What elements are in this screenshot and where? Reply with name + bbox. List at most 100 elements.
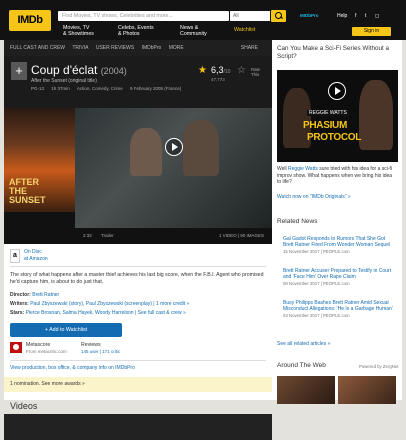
videos-strip[interactable] — [4, 414, 272, 440]
video-figure-man — [183, 120, 219, 176]
stars-link[interactable]: Pierce Brosnan, Salma Hayek, Woody Harre… — [26, 310, 134, 316]
trailer-video[interactable] — [75, 108, 272, 228]
watchlist-link[interactable]: Watchlist — [234, 27, 255, 33]
release-date[interactable]: 9 February 2005 (France) — [130, 86, 181, 91]
page-title: Coup d'éclat (2004) — [31, 63, 127, 77]
metascore-label: Metascore — [26, 342, 51, 348]
video-figure-woman — [130, 128, 162, 176]
title-year[interactable]: (2004) — [101, 66, 127, 76]
title-subnav: FULL CAST AND CREW TRIVIA USER REVIEWS I… — [4, 40, 272, 56]
rating-number: 6,3 — [211, 65, 224, 75]
subnav-trivia[interactable]: TRIVIA — [72, 45, 88, 51]
metascore-source: From metacritic.com — [26, 349, 67, 354]
add-to-watchlist-button[interactable]: + Add to Watchlist — [10, 323, 122, 337]
news-item[interactable]: Gal Gadot Responds to Rumors That She Go… — [283, 236, 395, 255]
poster-title-line3: SUNSET — [9, 195, 46, 205]
news-title[interactable]: Gal Gadot Responds to Rumors That She Go… — [283, 236, 395, 249]
director-credit: Director: Brett Ratner — [10, 292, 59, 298]
media-bar-left — [4, 228, 75, 244]
play-icon[interactable] — [328, 82, 346, 100]
on-disc-label[interactable]: On Disc — [24, 249, 42, 255]
rating-value: 6,3/10 — [211, 65, 230, 75]
rating-star-icon: ★ — [198, 65, 207, 76]
news-item[interactable]: Busy Philipps Bashes Brett Ratner Amid S… — [283, 300, 395, 319]
sidebar: Can You Make a Sci-Fi Series Without a S… — [272, 40, 402, 404]
nav-news-line2: Community — [180, 31, 207, 37]
media-count[interactable]: 1 VIDEO | 90 IMAGES — [219, 228, 264, 244]
news-item[interactable]: Brett Ratner Accuser Prepared to Testify… — [283, 268, 395, 287]
nav-movies-line2: & Showtimes — [63, 31, 94, 37]
promo-name: REGGIE WATTS — [307, 110, 349, 116]
imdbpro-label: IMDbPro — [300, 13, 319, 18]
nav-news[interactable]: News & Community — [180, 25, 207, 37]
certificate: PG-13 — [31, 86, 45, 91]
play-icon[interactable] — [165, 138, 183, 156]
top-header: IMDb Find Movies, TV shows, Celebrities … — [0, 0, 406, 40]
add-to-watchlist-icon[interactable]: + — [11, 62, 27, 80]
imdbpro-info-link[interactable]: View production, box office, & company i… — [10, 365, 135, 371]
reviews-counts[interactable]: 145 user | 171 critic — [81, 349, 120, 354]
powered-by-label: Powered by ZergNet — [359, 364, 399, 369]
runtime: 1h 37min — [51, 86, 70, 91]
search-input[interactable]: Find Movies, TV shows, Celebrities and m… — [58, 11, 229, 21]
promo-figure-right — [359, 80, 393, 150]
awards-banner[interactable]: 1 nomination. See more awards » — [4, 377, 272, 392]
search-scope-select[interactable]: All — [230, 11, 270, 21]
share-button[interactable]: SHARE — [241, 40, 258, 56]
title-name: Coup d'éclat — [31, 63, 98, 77]
stars-label: Stars: — [10, 310, 25, 316]
promo-heading[interactable]: Can You Make a Sci-Fi Series Without a S… — [277, 45, 397, 61]
news-date: 08 November 2017 | PEOPLE.com — [283, 280, 350, 286]
amazon-label[interactable]: at Amazon — [24, 256, 48, 262]
title-meta: PG-13 1h 37min Action, Comedy, Crime 9 F… — [31, 86, 187, 91]
watch-now-link[interactable]: Watch now on "IMDb Originals" » — [277, 194, 351, 200]
around-the-web-heading: Around The Web — [277, 362, 326, 369]
twitter-icon[interactable]: t — [365, 13, 366, 19]
subnav-more[interactable]: MORE — [169, 45, 184, 51]
reggie-watts-link[interactable]: Reggie Watts — [288, 166, 318, 172]
facebook-icon[interactable]: f — [355, 13, 356, 19]
writers-credit: Writers: Paul Zbyszewski (story), Paul Z… — [10, 301, 189, 307]
full-cast-link[interactable]: | See full cast & crew » — [135, 310, 186, 316]
divider — [10, 266, 266, 267]
subnav-reviews[interactable]: USER REVIEWS — [96, 45, 134, 51]
video-duration: 2:32 — [83, 233, 92, 238]
instagram-icon[interactable]: ◻ — [375, 13, 379, 19]
promo-description: Well Reggie Watts sure tried with his id… — [277, 166, 397, 186]
nav-celebs[interactable]: Celebs, Events & Photos — [118, 25, 154, 37]
nav-movies[interactable]: Movies, TV & Showtimes — [63, 25, 94, 37]
writers-link[interactable]: Paul Zbyszewski (story), Paul Zbyszewski… — [30, 301, 152, 307]
poster-title: AFTER THE SUNSET — [9, 178, 46, 205]
promo-video[interactable]: REGGIE WATTS PHASIUM PROTOCOL — [277, 70, 398, 162]
news-date: 03 November 2017 | PEOPLE.com — [283, 312, 350, 318]
news-date: 15 November 2017 | PEOPLE.com — [283, 248, 350, 254]
original-title: After the Sunset (original title) — [31, 78, 97, 84]
imdb-logo[interactable]: IMDb — [9, 10, 51, 31]
rate-this-label[interactable]: Rate This — [251, 67, 260, 77]
poster-image[interactable]: AFTER THE SUNSET — [4, 108, 75, 212]
divider — [10, 360, 266, 361]
reviews-label: Reviews — [81, 342, 101, 348]
director-link[interactable]: Brett Ratner — [32, 292, 59, 298]
promo-title-line2: PROTOCOL — [307, 132, 362, 143]
vote-count[interactable]: 47,773 — [211, 77, 225, 82]
plot-summary: The story of what happens after a master… — [10, 272, 264, 285]
stars-credit: Stars: Pierce Brosnan, Salma Hayek, Wood… — [10, 310, 186, 316]
search-icon[interactable] — [271, 10, 286, 22]
rating-max: /10 — [223, 69, 231, 75]
imdbpro-link[interactable]: IMDbPro — [300, 13, 319, 19]
writers-more-link[interactable]: | 1 more credit » — [153, 301, 189, 307]
genres[interactable]: Action, Comedy, Crime — [77, 86, 123, 91]
rate-line2: This — [251, 72, 260, 77]
videos-heading: Videos — [10, 401, 38, 411]
news-title[interactable]: Brett Ratner Accuser Prepared to Testify… — [283, 268, 395, 281]
nav-celebs-line2: & Photos — [118, 31, 140, 37]
rate-this-star-icon[interactable]: ☆ — [237, 65, 246, 76]
see-all-articles-link[interactable]: See all related articles » — [277, 341, 330, 347]
help-link[interactable]: Help — [337, 13, 347, 19]
video-info-bar: 2:32 Trailer 1 VIDEO | 90 IMAGES — [75, 228, 272, 244]
subnav-imdbpro[interactable]: IMDbPro — [142, 45, 162, 51]
sign-in-button[interactable]: Sign in — [352, 27, 391, 36]
subnav-cast[interactable]: FULL CAST AND CREW — [10, 45, 65, 51]
news-title[interactable]: Busy Philipps Bashes Brett Ratner Amid S… — [283, 300, 395, 313]
